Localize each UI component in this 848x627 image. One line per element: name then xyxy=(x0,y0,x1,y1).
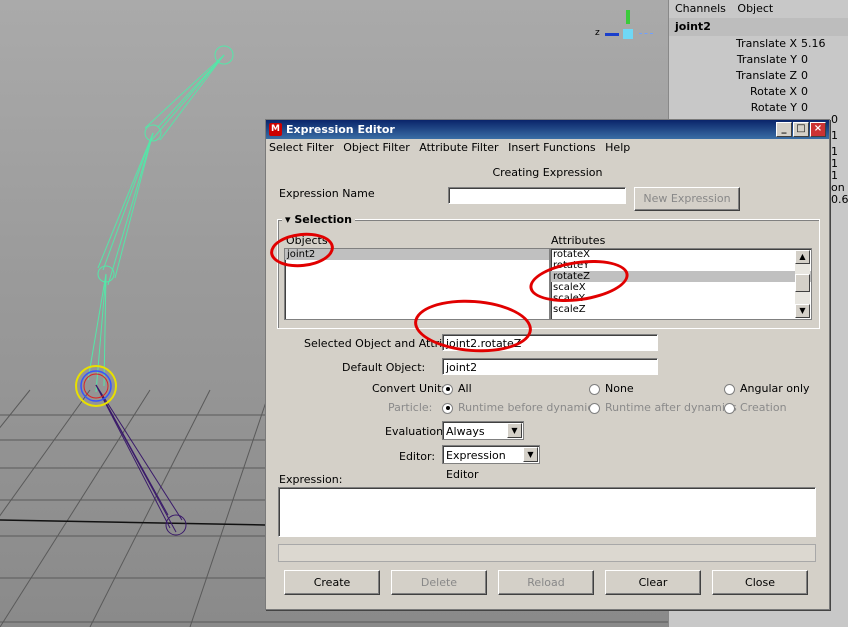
window-title: Expression Editor xyxy=(286,123,395,136)
channel-label: Rotate X xyxy=(749,85,797,98)
maximize-icon[interactable]: □ xyxy=(793,122,809,137)
menu-help[interactable]: Help xyxy=(605,141,630,154)
channel-value-partial: 0 xyxy=(831,113,838,126)
axis-z-label: z xyxy=(595,28,600,38)
selection-header-label: Selection xyxy=(294,213,352,226)
scroll-down-icon[interactable]: ▼ xyxy=(795,304,810,318)
menu-channels[interactable]: Channels xyxy=(675,2,726,15)
radio-icon xyxy=(442,383,453,395)
status-line xyxy=(278,544,816,562)
mode-label: Creating Expression xyxy=(492,166,603,179)
channel-label: Translate Y xyxy=(736,53,797,66)
attributes-label: Attributes xyxy=(551,234,606,247)
clear-button[interactable]: Clear xyxy=(605,570,701,595)
convert-units-all[interactable]: All xyxy=(442,382,472,395)
menu-select-filter[interactable]: Select Filter xyxy=(269,141,334,154)
chevron-down-icon[interactable]: ▼ xyxy=(507,423,522,438)
channel-value[interactable]: 0 xyxy=(801,52,808,68)
particle-label: Particle: xyxy=(388,401,433,414)
axis-y-arrow-icon xyxy=(626,10,630,24)
evaluation-value: Always xyxy=(446,425,485,438)
channel-row[interactable]: Translate Y 0 xyxy=(669,52,848,68)
editor-value: Expression Editor xyxy=(446,449,506,481)
collapse-arrow-icon: ▾ xyxy=(285,213,291,226)
radio-label: Angular only xyxy=(740,382,810,395)
radio-label: Runtime after dynamics xyxy=(605,401,737,414)
convert-units-angular[interactable]: Angular only xyxy=(724,382,810,395)
expression-editor-window: M Expression Editor _ □ × Select Filter Ob… xyxy=(265,119,830,610)
evaluation-select[interactable]: Always ▼ xyxy=(442,421,524,440)
menu-object[interactable]: Object xyxy=(737,2,773,15)
channel-value[interactable]: 0 xyxy=(801,100,808,116)
selection-header[interactable]: ▾ Selection xyxy=(282,213,355,226)
default-object-field[interactable]: joint2 xyxy=(442,358,658,375)
channel-row[interactable]: Translate Z 0 xyxy=(669,68,848,84)
channel-box-menu: Channels Object xyxy=(669,0,848,18)
channel-label: Translate X xyxy=(736,37,797,50)
list-item[interactable]: scaleZ xyxy=(551,304,811,315)
attributes-scrollbar[interactable]: ▲ ▼ xyxy=(795,250,810,318)
channel-value[interactable]: 0 xyxy=(801,68,808,84)
editor-label: Editor: xyxy=(399,450,436,463)
channel-value[interactable]: 0 xyxy=(801,84,808,100)
radio-label: All xyxy=(458,382,472,395)
list-item[interactable]: rotateX xyxy=(551,249,811,260)
channel-row[interactable]: Translate X 5.16 xyxy=(669,36,848,52)
scroll-thumb[interactable] xyxy=(795,274,810,292)
title-bar[interactable]: M Expression Editor _ □ × xyxy=(266,120,829,139)
radio-icon xyxy=(724,402,735,414)
channel-box-node-name[interactable]: joint2 xyxy=(669,18,848,36)
menu-bar: Select Filter Object Filter Attribute Fi… xyxy=(266,139,829,156)
convert-units-none[interactable]: None xyxy=(589,382,634,395)
channel-value-partial: 0.63 xyxy=(831,193,848,206)
create-button[interactable]: Create xyxy=(284,570,380,595)
channel-row[interactable]: Rotate X 0 xyxy=(669,84,848,100)
expression-name-label: Expression Name xyxy=(279,187,375,200)
expression-label: Expression: xyxy=(279,473,343,486)
expression-textarea[interactable] xyxy=(278,487,816,537)
expression-name-input[interactable] xyxy=(448,187,626,204)
new-expression-button[interactable]: New Expression xyxy=(634,187,740,211)
axis-arrow-icon xyxy=(605,33,619,36)
particle-before-dynamics[interactable]: Runtime before dynamics xyxy=(442,401,599,414)
radio-label: None xyxy=(605,382,634,395)
close-button[interactable]: Close xyxy=(712,570,808,595)
radio-label: Runtime before dynamics xyxy=(458,401,600,414)
radio-icon xyxy=(589,383,600,395)
particle-creation[interactable]: Creation xyxy=(724,401,787,414)
view-axis-indicator[interactable]: z xyxy=(595,10,655,60)
chevron-down-icon[interactable]: ▼ xyxy=(523,447,538,462)
editor-select[interactable]: Expression Editor ▼ xyxy=(442,445,540,481)
minimize-icon[interactable]: _ xyxy=(776,122,792,137)
menu-attribute-filter[interactable]: Attribute Filter xyxy=(419,141,498,154)
particle-after-dynamics[interactable]: Runtime after dynamics xyxy=(589,401,737,414)
channel-label: Translate Z xyxy=(736,69,797,82)
axis-dashes-icon xyxy=(639,33,653,36)
channel-label: Rotate Y xyxy=(750,101,797,114)
channel-value[interactable]: 5.16 xyxy=(801,36,826,52)
radio-label: Creation xyxy=(740,401,787,414)
radio-icon xyxy=(442,402,453,414)
menu-insert-functions[interactable]: Insert Functions xyxy=(508,141,596,154)
radio-icon xyxy=(589,402,600,414)
convert-units-label: Convert Units: xyxy=(372,382,451,395)
channel-value-partial: 1 xyxy=(831,129,838,142)
radio-icon xyxy=(724,383,735,395)
maya-app-icon: M xyxy=(269,123,282,136)
channel-row[interactable]: Rotate Y 0 xyxy=(669,100,848,116)
close-icon[interactable]: × xyxy=(810,122,826,137)
delete-button[interactable]: Delete xyxy=(391,570,487,595)
view-cube-icon xyxy=(623,29,633,39)
scroll-up-icon[interactable]: ▲ xyxy=(795,250,810,264)
default-object-label: Default Object: xyxy=(342,361,426,374)
reload-button[interactable]: Reload xyxy=(498,570,594,595)
menu-object-filter[interactable]: Object Filter xyxy=(343,141,410,154)
evaluation-label: Evaluation: xyxy=(385,425,447,438)
